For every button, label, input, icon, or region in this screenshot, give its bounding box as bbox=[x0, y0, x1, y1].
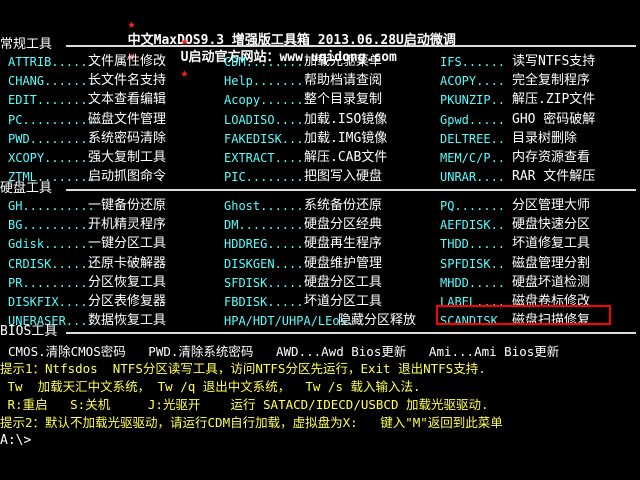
section-common-title: 常规工具 bbox=[0, 37, 53, 52]
tool-description: 系统备份还原 bbox=[304, 198, 383, 213]
tool-description: 内存资源查看 bbox=[512, 150, 591, 165]
tool-description: 解压.ZIP文件 bbox=[512, 92, 596, 108]
tool-command[interactable]: GH.......... bbox=[8, 198, 95, 214]
tool-command[interactable]: ACOPY.... bbox=[440, 73, 505, 89]
tool-description: 硬盘维护管理 bbox=[304, 255, 383, 271]
tool-description: 一键备份还原 bbox=[88, 198, 167, 213]
tool-description: 文件属性修改 bbox=[88, 54, 167, 69]
tool-command[interactable]: CHANG....... bbox=[8, 73, 95, 89]
tool-command[interactable]: PWD......... bbox=[8, 131, 95, 147]
tool-description: 整个目录复制 bbox=[304, 92, 383, 108]
section-divider bbox=[66, 45, 636, 47]
tool-command[interactable]: DISKGEN.... bbox=[224, 256, 303, 272]
section-disk-title: 硬盘工具 bbox=[0, 181, 53, 196]
tool-description: 帮助档请查阅 bbox=[304, 73, 383, 89]
tool-description: 完全复制程序 bbox=[512, 73, 591, 89]
tool-description: 硬盘快速分区 bbox=[512, 217, 591, 233]
tool-description: 磁盘管理分割 bbox=[512, 255, 591, 271]
tool-description: 隐藏分区释放 bbox=[338, 313, 417, 329]
tool-command[interactable]: DM......... bbox=[224, 217, 303, 233]
tool-description: 一键分区工具 bbox=[88, 236, 167, 252]
tool-command[interactable]: ATTRIB...... bbox=[8, 54, 95, 70]
tool-description: 硬盘坏道检测 bbox=[512, 274, 591, 290]
tool-command[interactable]: MHDD..... bbox=[440, 275, 505, 291]
command-prompt[interactable]: A:\> bbox=[0, 433, 31, 449]
tool-command[interactable]: DISKFIX..... bbox=[8, 294, 95, 310]
tool-description: 目录树删除 bbox=[512, 130, 578, 146]
section-divider bbox=[66, 332, 636, 334]
hint-4: 提示2：默认不加载光驱驱动，请运行CDM自行加载，虚拟盘为X: 键入"M"返回到… bbox=[0, 415, 503, 430]
tool-description: 分区管理大师 bbox=[512, 198, 591, 213]
tool-description: 还原卡破解器 bbox=[88, 255, 167, 271]
tool-description: 启动抓图命令 bbox=[88, 169, 167, 185]
section-divider bbox=[66, 189, 636, 191]
tool-command[interactable]: CRDISK...... bbox=[8, 256, 95, 272]
tool-command[interactable]: HDDREG..... bbox=[224, 236, 303, 252]
tool-description: 坏道分区工具 bbox=[304, 294, 383, 309]
tool-command[interactable]: Help....... bbox=[224, 73, 303, 89]
tool-command[interactable]: SPFDISK.. bbox=[440, 256, 505, 272]
tool-command[interactable]: BG.......... bbox=[8, 217, 95, 233]
tool-description: 坏道修复工具 bbox=[512, 236, 591, 252]
tool-description: 长文件名支持 bbox=[88, 73, 167, 89]
tool-command[interactable]: DELTREE.. bbox=[440, 131, 505, 147]
tool-command[interactable]: PQ....... bbox=[440, 198, 505, 214]
star-icon: ★ bbox=[180, 66, 189, 81]
tool-command[interactable]: IFS...... bbox=[440, 54, 505, 70]
tool-description: GHO 密码破解 bbox=[512, 111, 596, 127]
tool-description: 硬盘分区经典 bbox=[304, 217, 383, 233]
hint-1: 提示1：Ntfsdos NTFS分区读写工具，访问NTFS分区先运行，Exit … bbox=[0, 361, 486, 376]
tool-description: 加载光驱菜单 bbox=[304, 54, 383, 69]
hint-2: Tw 加载天汇中文系统， Tw /q 退出中文系统， Tw /s 载入输入法. bbox=[0, 379, 421, 394]
tool-description: 加载.ISO镜像 bbox=[304, 111, 388, 127]
tool-description: 分区表修复器 bbox=[88, 294, 167, 309]
tool-description: 硬盘再生程序 bbox=[304, 236, 383, 252]
tool-command[interactable]: Gpwd..... bbox=[440, 112, 505, 128]
tool-description: 文本查看编辑 bbox=[88, 92, 167, 108]
hint-3: R:重启 S:关机 J:光驱开 运行 SATACD/IDECD/USBCD 加载… bbox=[0, 397, 489, 412]
tool-command[interactable]: SFDISK..... bbox=[224, 275, 303, 291]
tool-command[interactable]: FBDISK..... bbox=[224, 294, 303, 310]
tool-description: 解压.CAB文件 bbox=[304, 150, 388, 165]
tool-command[interactable]: HPA/HDT/UHPA/LEos. bbox=[224, 313, 354, 329]
tool-command[interactable]: PKUNZIP.. bbox=[440, 92, 505, 108]
tool-description: 把图写入硬盘 bbox=[304, 169, 383, 185]
section-bios-title: BIOS工具 bbox=[0, 324, 58, 339]
tool-command[interactable]: XCOPY....... bbox=[8, 150, 95, 166]
tool-command[interactable]: FAKEDISK... bbox=[224, 131, 303, 147]
tool-command[interactable]: Ghost...... bbox=[224, 198, 303, 214]
bios-tools-line[interactable]: CMOS.清除CMOS密码 PWD.清除系统密码 AWD...Awd Bios更… bbox=[8, 344, 559, 360]
tool-description: 读写NTFS支持 bbox=[512, 54, 596, 69]
tool-command[interactable]: THDD..... bbox=[440, 236, 505, 252]
tool-command[interactable]: PIC........ bbox=[224, 169, 303, 185]
star-icon: ★ bbox=[127, 17, 136, 32]
tool-command[interactable]: CDM........ bbox=[224, 54, 303, 70]
tool-command[interactable]: EXTRACT.... bbox=[224, 150, 303, 166]
tool-description: RAR 文件解压 bbox=[512, 169, 596, 185]
tool-description: 加载.IMG镜像 bbox=[304, 130, 388, 146]
tool-description: 开机精灵程序 bbox=[88, 217, 167, 233]
tool-command[interactable]: UNRAR.... bbox=[440, 169, 505, 185]
tool-description: 分区恢复工具 bbox=[88, 274, 167, 290]
tool-command[interactable]: AEFDISK.. bbox=[440, 217, 505, 233]
tool-command[interactable]: MEM/C/P.. bbox=[440, 150, 505, 166]
tool-command[interactable]: EDIT........ bbox=[8, 92, 95, 108]
selection-highlight bbox=[436, 305, 611, 325]
tool-description: 强大复制工具 bbox=[88, 150, 167, 165]
tool-command[interactable]: PR.......... bbox=[8, 275, 95, 291]
tool-command[interactable]: LOADISO.... bbox=[224, 112, 303, 128]
tool-description: 数据恢复工具 bbox=[88, 313, 167, 329]
tool-description: 硬盘分区工具 bbox=[304, 274, 383, 290]
tool-command[interactable]: Gdisk....... bbox=[8, 236, 95, 252]
tool-description: 磁盘文件管理 bbox=[88, 111, 167, 127]
tool-command[interactable]: Acopy...... bbox=[224, 92, 303, 108]
tool-command[interactable]: PC.......... bbox=[8, 112, 95, 128]
tool-description: 系统密码清除 bbox=[88, 130, 167, 146]
